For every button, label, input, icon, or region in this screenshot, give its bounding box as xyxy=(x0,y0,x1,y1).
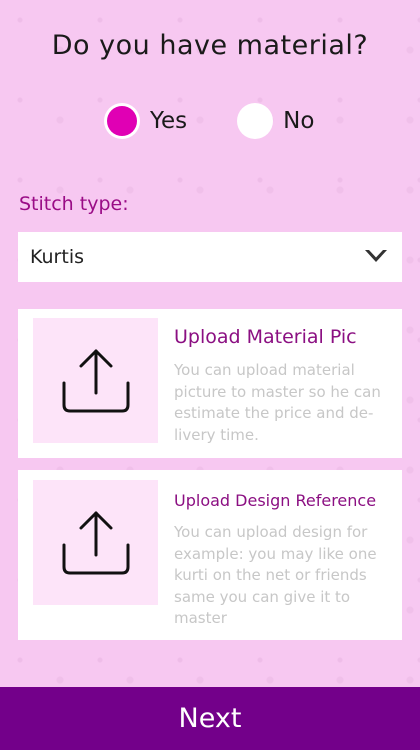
radio-no[interactable]: No xyxy=(237,103,314,139)
radio-yes-label[interactable]: Yes xyxy=(150,108,187,134)
radio-no-circle[interactable] xyxy=(237,103,274,139)
upload-icon xyxy=(62,349,129,412)
chevron-down-icon xyxy=(365,250,387,262)
upload-material-description: You can upload material picture to maste… xyxy=(174,361,381,444)
material-question: Do you have material? xyxy=(51,30,369,61)
stitch-type-label: Stitch type: xyxy=(19,193,129,215)
upload-design-card: Upload Design Reference You can upload d… xyxy=(18,470,402,640)
upload-icon xyxy=(62,511,129,574)
stitch-type-value: Kurtis xyxy=(30,246,84,268)
radio-selected-dot xyxy=(107,106,137,136)
next-button[interactable]: Next xyxy=(0,687,420,750)
material-radio-group: Yes No xyxy=(104,103,314,139)
radio-yes[interactable]: Yes xyxy=(104,103,187,139)
upload-design-button[interactable] xyxy=(33,480,158,605)
stitch-type-dropdown[interactable]: Kurtis xyxy=(18,232,402,282)
radio-no-label[interactable]: No xyxy=(283,108,314,134)
upload-design-title: Upload Design Reference xyxy=(174,491,377,510)
upload-design-description: You can upload design for example: you m… xyxy=(174,523,377,627)
upload-material-card: Upload Material Pic You can upload mater… xyxy=(18,309,402,458)
radio-yes-circle[interactable] xyxy=(104,103,140,139)
upload-material-button[interactable] xyxy=(33,318,158,443)
upload-material-title: Upload Material Pic xyxy=(174,326,357,348)
